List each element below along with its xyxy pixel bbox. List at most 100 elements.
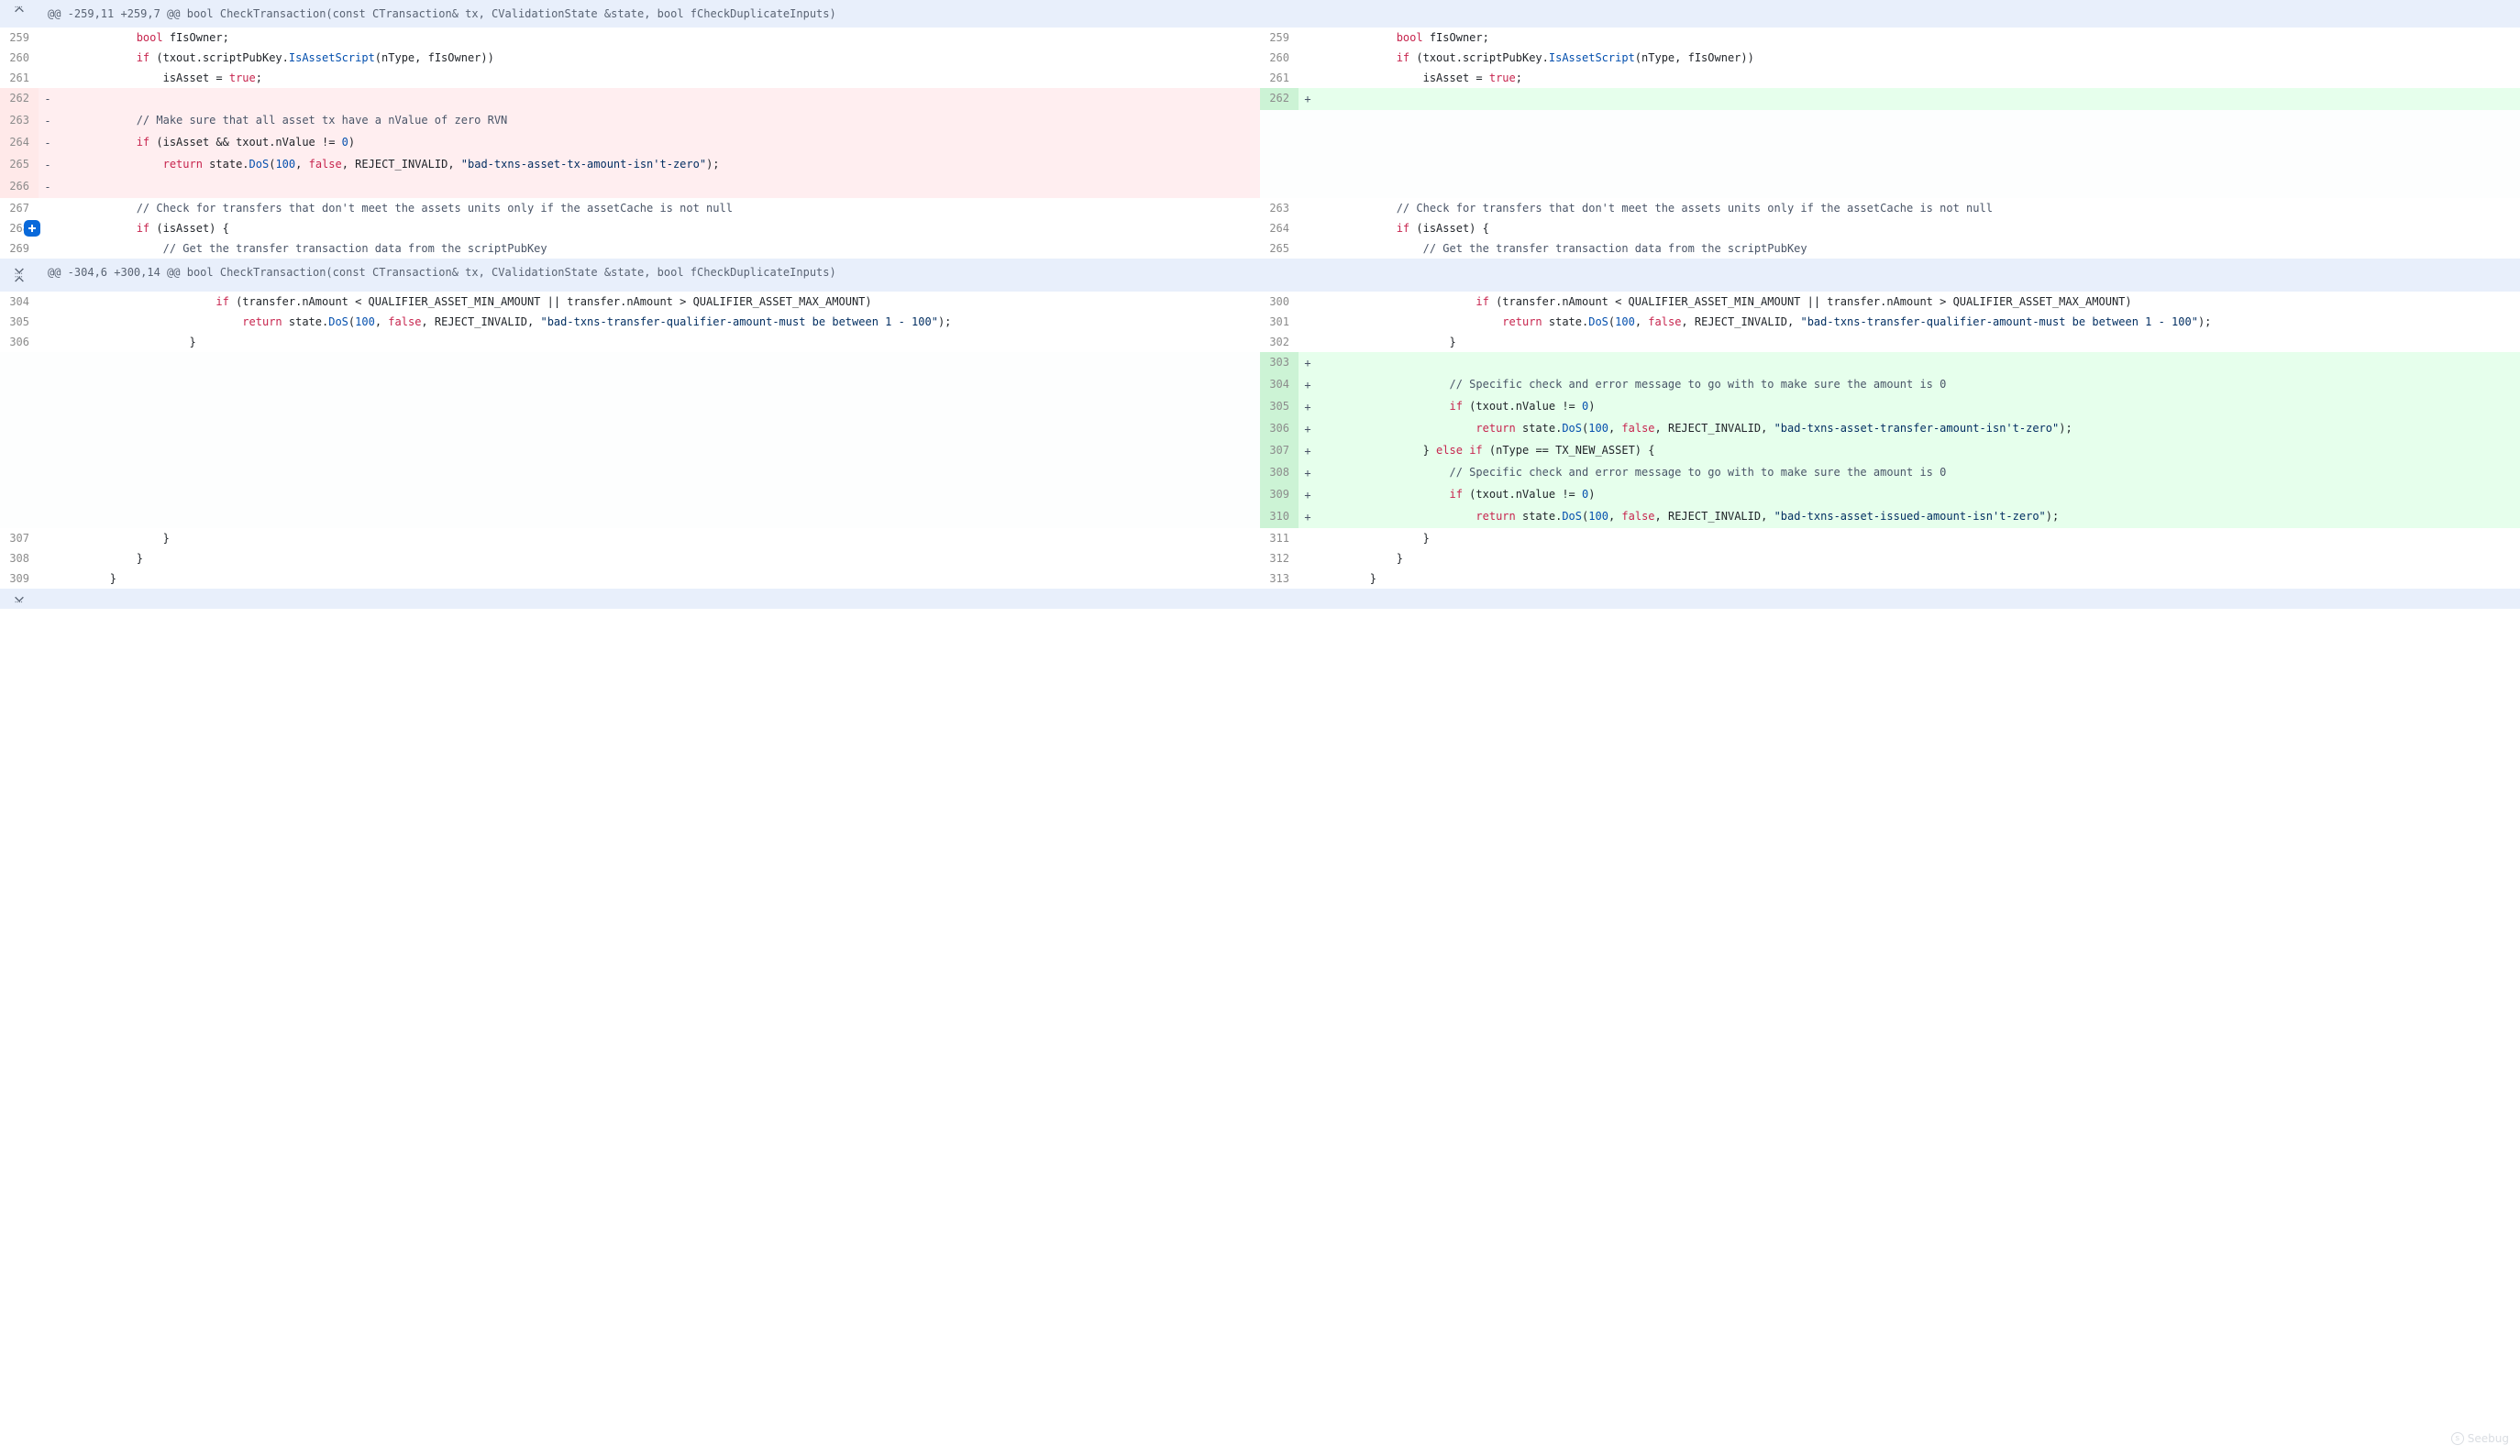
code-line[interactable]: }	[1317, 548, 2520, 568]
code-line[interactable]	[57, 176, 1260, 198]
diff-marker	[39, 48, 57, 68]
line-number-left[interactable]: 264	[0, 132, 39, 154]
line-number-left[interactable]: 267	[0, 198, 39, 218]
code-line[interactable]: if (isAsset) {	[57, 218, 1260, 238]
diff-marker: +	[1299, 418, 1317, 440]
line-number-left[interactable]: 306	[0, 332, 39, 352]
line-number-right[interactable]: 300	[1260, 292, 1299, 312]
line-number-empty	[0, 506, 39, 528]
add-comment-button[interactable]	[24, 220, 40, 237]
code-line[interactable]: return state.DoS(100, false, REJECT_INVA…	[1317, 418, 2520, 440]
code-line[interactable]: return state.DoS(100, false, REJECT_INVA…	[1317, 312, 2520, 332]
line-number-left[interactable]: 305	[0, 312, 39, 332]
line-number-left[interactable]: 262	[0, 88, 39, 110]
line-number-right[interactable]: 262	[1260, 88, 1299, 110]
line-number-left[interactable]: 266	[0, 176, 39, 198]
line-number-left[interactable]: 269	[0, 238, 39, 259]
code-line[interactable]: }	[57, 332, 1260, 352]
line-number-right[interactable]: 310	[1260, 506, 1299, 528]
line-number-right[interactable]: 313	[1260, 568, 1299, 589]
hunk-header: @@ -259,11 +259,7 @@ bool CheckTransacti…	[39, 0, 2520, 28]
line-number-right[interactable]: 311	[1260, 528, 1299, 548]
line-number-right[interactable]: 303	[1260, 352, 1299, 374]
expand-down-icon[interactable]	[0, 589, 39, 609]
diff-marker	[39, 292, 57, 312]
line-number-empty	[1260, 110, 1299, 132]
line-number-right[interactable]: 263	[1260, 198, 1299, 218]
line-number-left[interactable]: 304	[0, 292, 39, 312]
code-line[interactable]: if (txout.scriptPubKey.IsAssetScript(nTy…	[1317, 48, 2520, 68]
line-number-left[interactable]: 309	[0, 568, 39, 589]
diff-marker: +	[1299, 440, 1317, 462]
diff-marker	[1299, 68, 1317, 88]
code-line[interactable]	[57, 88, 1260, 110]
diff-marker	[39, 312, 57, 332]
diff-marker	[1299, 312, 1317, 332]
diff-marker	[1299, 28, 1317, 48]
expand-hunk-icon[interactable]	[0, 0, 39, 28]
code-line[interactable]: // Make sure that all asset tx have a nV…	[57, 110, 1260, 132]
code-line[interactable]: return state.DoS(100, false, REJECT_INVA…	[1317, 506, 2520, 528]
code-line[interactable]: }	[57, 568, 1260, 589]
diff-marker	[1299, 48, 1317, 68]
code-line[interactable]: // Check for transfers that don't meet t…	[57, 198, 1260, 218]
line-number-right[interactable]: 260	[1260, 48, 1299, 68]
code-line[interactable]: // Get the transfer transaction data fro…	[1317, 238, 2520, 259]
expand-hunk-icon[interactable]	[0, 259, 39, 292]
diff-marker: -	[39, 110, 57, 132]
code-line[interactable]: }	[57, 528, 1260, 548]
line-number-left[interactable]: 265	[0, 154, 39, 176]
code-line[interactable]: if (txout.nValue != 0)	[1317, 396, 2520, 418]
line-number-left[interactable]: 308	[0, 548, 39, 568]
line-number-empty	[1260, 132, 1299, 154]
code-line[interactable]: bool fIsOwner;	[1317, 28, 2520, 48]
code-line[interactable]: // Get the transfer transaction data fro…	[57, 238, 1260, 259]
line-number-left[interactable]: 260	[0, 48, 39, 68]
line-number-right[interactable]: 306	[1260, 418, 1299, 440]
diff-marker: +	[1299, 374, 1317, 396]
code-line[interactable]: } else if (nType == TX_NEW_ASSET) {	[1317, 440, 2520, 462]
line-number-empty	[0, 418, 39, 440]
code-line[interactable]: bool fIsOwner;	[57, 28, 1260, 48]
line-number-left[interactable]: 261	[0, 68, 39, 88]
line-number-right[interactable]: 307	[1260, 440, 1299, 462]
line-number-right[interactable]: 312	[1260, 548, 1299, 568]
line-number-right[interactable]: 304	[1260, 374, 1299, 396]
line-number-right[interactable]: 305	[1260, 396, 1299, 418]
line-number-right[interactable]: 302	[1260, 332, 1299, 352]
line-number-right[interactable]: 301	[1260, 312, 1299, 332]
code-line[interactable]	[1317, 88, 2520, 110]
code-line[interactable]: return state.DoS(100, false, REJECT_INVA…	[57, 154, 1260, 176]
code-line[interactable]: isAsset = true;	[57, 68, 1260, 88]
line-number-left[interactable]: 259	[0, 28, 39, 48]
code-line[interactable]: if (txout.nValue != 0)	[1317, 484, 2520, 506]
line-number-empty	[0, 440, 39, 462]
code-line[interactable]: // Check for transfers that don't meet t…	[1317, 198, 2520, 218]
line-number-empty	[1260, 176, 1299, 198]
line-number-right[interactable]: 259	[1260, 28, 1299, 48]
code-line[interactable]: }	[1317, 332, 2520, 352]
code-line[interactable]	[1317, 352, 2520, 374]
code-line[interactable]: if (isAsset) {	[1317, 218, 2520, 238]
code-line[interactable]: if (txout.scriptPubKey.IsAssetScript(nTy…	[57, 48, 1260, 68]
line-number-left[interactable]: 263	[0, 110, 39, 132]
line-number-right[interactable]: 261	[1260, 68, 1299, 88]
code-line[interactable]: // Specific check and error message to g…	[1317, 374, 2520, 396]
line-number-right[interactable]: 309	[1260, 484, 1299, 506]
code-line[interactable]: isAsset = true;	[1317, 68, 2520, 88]
code-line[interactable]: }	[1317, 528, 2520, 548]
diff-marker	[39, 568, 57, 589]
code-line[interactable]: if (transfer.nAmount < QUALIFIER_ASSET_M…	[1317, 292, 2520, 312]
line-number-right[interactable]: 308	[1260, 462, 1299, 484]
line-number-right[interactable]: 265	[1260, 238, 1299, 259]
line-number-left[interactable]: 268	[0, 218, 39, 238]
diff-marker	[1299, 548, 1317, 568]
code-line[interactable]: }	[1317, 568, 2520, 589]
line-number-right[interactable]: 264	[1260, 218, 1299, 238]
code-line[interactable]: if (transfer.nAmount < QUALIFIER_ASSET_M…	[57, 292, 1260, 312]
code-line[interactable]: return state.DoS(100, false, REJECT_INVA…	[57, 312, 1260, 332]
code-line[interactable]: // Specific check and error message to g…	[1317, 462, 2520, 484]
line-number-left[interactable]: 307	[0, 528, 39, 548]
code-line[interactable]: if (isAsset && txout.nValue != 0)	[57, 132, 1260, 154]
code-line[interactable]: }	[57, 548, 1260, 568]
